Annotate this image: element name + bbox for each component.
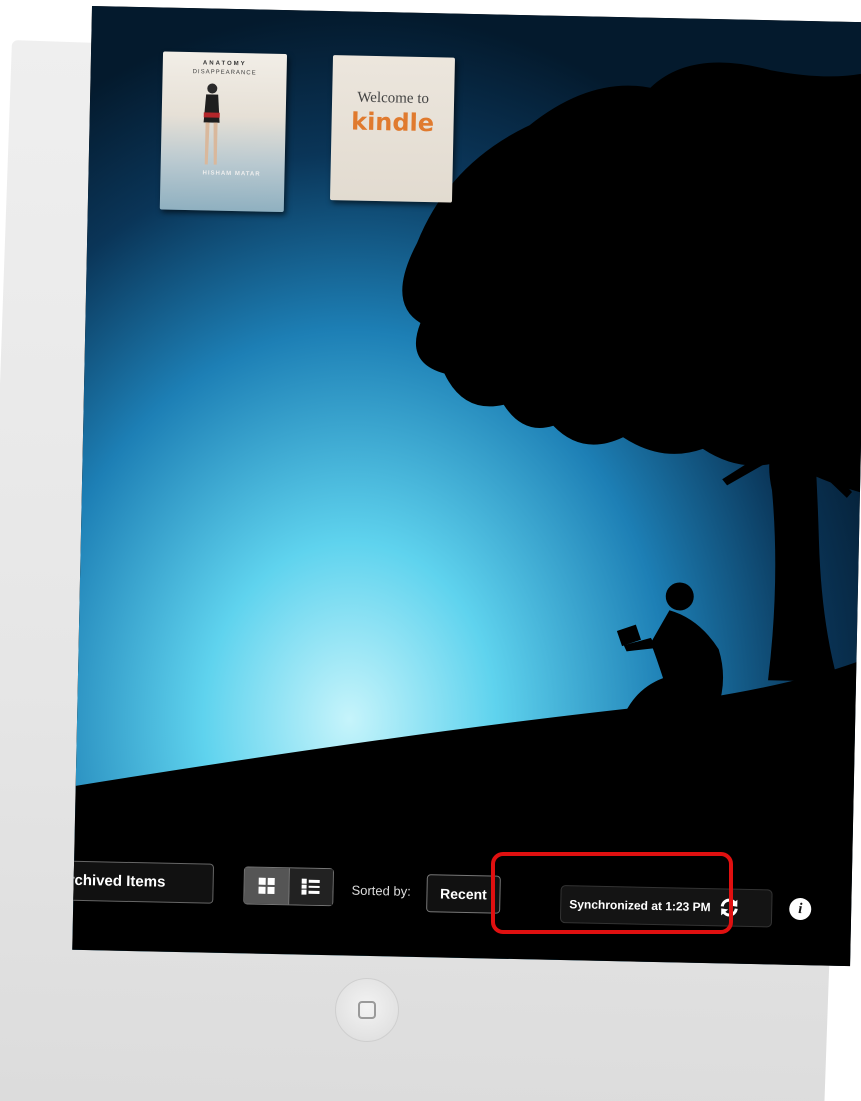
book-cover-welcome-to-kindle[interactable]: Welcome to kindle [329, 55, 455, 203]
sorted-by-label: Sorted by: [351, 882, 411, 899]
book-welcome-text: Welcome to [357, 89, 430, 108]
book-cover-anatomy-of-a-disappearance[interactable]: ANATOMY DISAPPEARANCE HISHAM MATAR [159, 51, 288, 213]
cover-figure-illustration [203, 83, 220, 165]
view-mode-toggle [243, 866, 334, 907]
sort-recent-button[interactable]: Recent [426, 874, 501, 914]
grid-view-button[interactable] [244, 867, 290, 905]
archived-items-button[interactable]: rchived Items [72, 860, 215, 904]
home-icon [358, 1001, 376, 1019]
info-icon[interactable]: i [789, 897, 812, 921]
book-subtitle: DISAPPEARANCE [192, 69, 257, 77]
home-button[interactable] [335, 978, 399, 1042]
book-author: HISHAM MATAR [202, 170, 261, 178]
photo-stage: ANATOMY DISAPPEARANCE HISHAM MATAR Welco… [0, 0, 861, 1101]
kindle-library-screen: ANATOMY DISAPPEARANCE HISHAM MATAR Welco… [72, 6, 861, 967]
library-toolbar: rchived Items Sorted by: Recent Synchron… [72, 841, 853, 937]
kindle-logo-text: kindle [350, 107, 435, 138]
red-highlight-annotation [491, 852, 733, 934]
list-view-icon [301, 878, 320, 895]
grid-view-icon [258, 877, 275, 895]
book-title: ANATOMY [202, 60, 247, 68]
list-view-button[interactable] [288, 868, 333, 906]
